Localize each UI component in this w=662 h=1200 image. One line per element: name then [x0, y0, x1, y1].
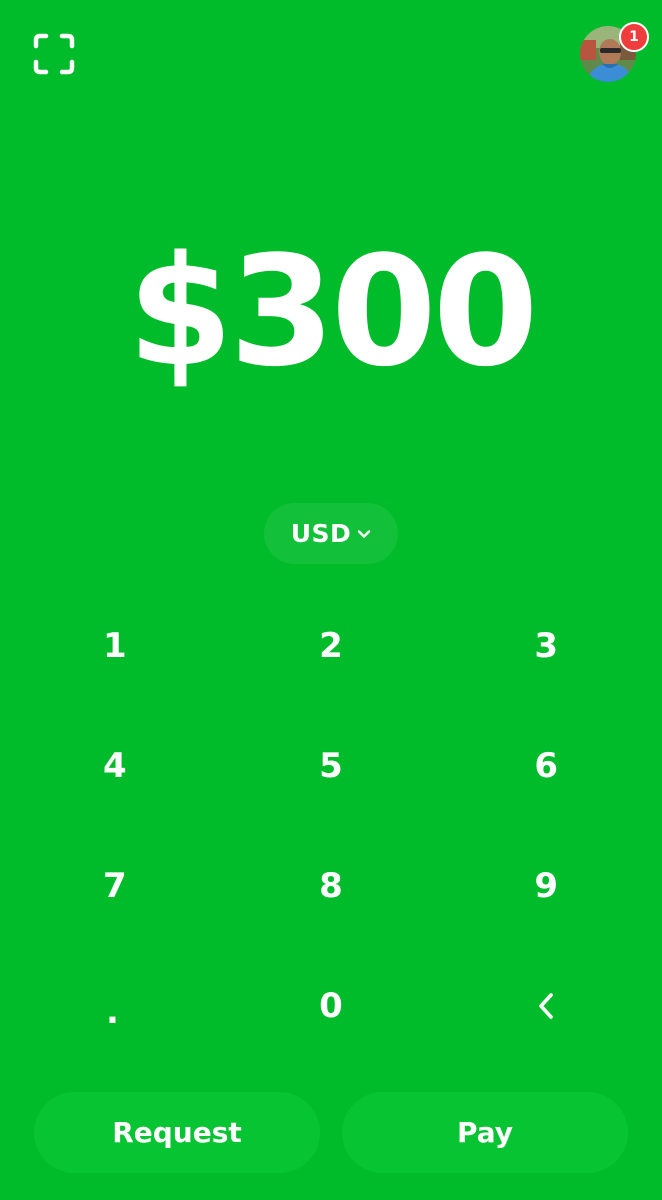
profile-avatar-button[interactable]: 1	[580, 22, 649, 82]
cash-app-screen: 1 $300 USD 1 2 3 4 5 6 7 8 9 . 0 Request…	[0, 0, 662, 1200]
keypad-key-decimal[interactable]: .	[0, 946, 229, 1066]
notification-badge: 1	[619, 22, 649, 52]
request-button[interactable]: Request	[34, 1092, 320, 1173]
currency-label: USD	[290, 519, 352, 548]
keypad-key-backspace[interactable]	[433, 946, 662, 1066]
chevron-down-icon	[358, 530, 371, 538]
currency-selector[interactable]: USD	[264, 503, 398, 564]
keypad-key-0[interactable]: 0	[229, 946, 433, 1066]
keypad-key-6[interactable]: 6	[433, 706, 662, 826]
keypad-key-4[interactable]: 4	[0, 706, 229, 826]
keypad-key-9[interactable]: 9	[433, 826, 662, 946]
pay-button[interactable]: Pay	[342, 1092, 628, 1173]
keypad-key-5[interactable]: 5	[229, 706, 433, 826]
keypad-key-3[interactable]: 3	[433, 586, 662, 706]
keypad-key-1[interactable]: 1	[0, 586, 229, 706]
number-keypad: 1 2 3 4 5 6 7 8 9 . 0	[0, 586, 662, 1066]
keypad-key-7[interactable]: 7	[0, 826, 229, 946]
keypad-key-2[interactable]: 2	[229, 586, 433, 706]
action-buttons: Request Pay	[34, 1092, 628, 1173]
qr-scan-icon	[33, 33, 75, 75]
keypad-key-8[interactable]: 8	[229, 826, 433, 946]
amount-display: $300	[127, 223, 538, 400]
backspace-chevron-left-icon	[539, 993, 553, 1019]
qr-scan-button[interactable]	[30, 30, 78, 78]
